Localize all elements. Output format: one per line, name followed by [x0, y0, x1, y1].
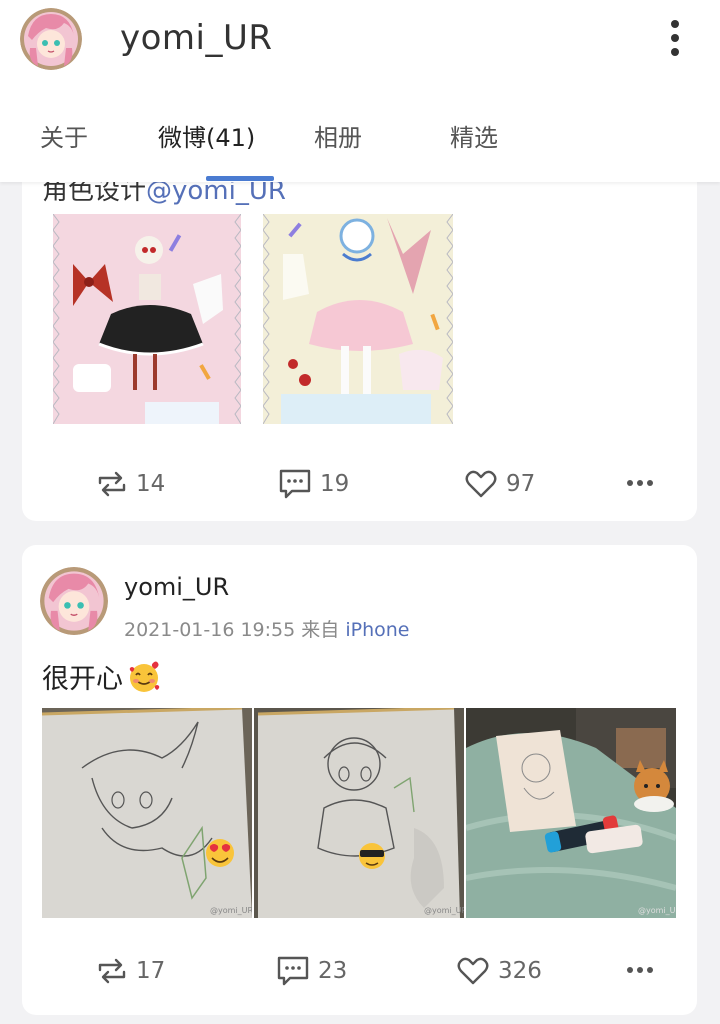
like-button[interactable]: 326	[456, 949, 542, 993]
post-actions: 17 23 326	[22, 949, 697, 999]
post-image[interactable]: @yomi_UR	[254, 708, 464, 918]
svg-text:@yomi_UR: @yomi_UR	[424, 906, 464, 915]
post-card[interactable]: 角色设计@yomi_UR 14 19 97	[22, 140, 697, 521]
comment-button[interactable]: 19	[278, 462, 349, 506]
post-text: 很开心	[42, 657, 161, 696]
post-actions: 14 19 97	[22, 462, 697, 512]
like-count: 97	[506, 471, 536, 497]
repost-count: 14	[136, 471, 166, 497]
post-more-icon[interactable]	[627, 480, 653, 486]
tab-about[interactable]: 关于	[40, 118, 88, 153]
post-image[interactable]	[53, 214, 241, 424]
post-more-icon[interactable]	[627, 967, 653, 973]
heart-icon	[465, 470, 497, 498]
comment-button[interactable]: 23	[276, 949, 347, 993]
repost-button[interactable]: 17	[96, 949, 165, 993]
profile-tabs: 关于 微博(41) 相册 精选	[0, 100, 720, 181]
post-meta: 2021-01-16 19:55 来自 iPhone	[124, 615, 409, 642]
comment-icon	[277, 956, 309, 986]
comment-count: 19	[320, 471, 350, 497]
tab-album[interactable]: 相册	[314, 118, 362, 153]
source-prefix: 来自	[301, 619, 340, 641]
repost-count: 17	[136, 958, 166, 984]
post-image[interactable]: @yomi_UR	[466, 708, 676, 918]
like-button[interactable]: 97	[464, 462, 535, 506]
tab-weibo[interactable]: 微博(41)	[158, 118, 255, 153]
svg-text:@yomi_UR: @yomi_UR	[210, 906, 252, 915]
like-count: 326	[498, 958, 542, 984]
more-options-icon[interactable]	[662, 18, 688, 58]
post-image[interactable]	[263, 214, 453, 424]
profile-header: yomi_UR 关于 微博(41) 相册 精选	[0, 0, 720, 182]
post-timestamp: 2021-01-16 19:55	[124, 619, 296, 641]
smiling-face-with-hearts-icon	[129, 661, 160, 692]
repost-icon	[98, 958, 126, 984]
repost-button[interactable]: 14	[96, 462, 165, 506]
svg-text:@yomi_UR: @yomi_UR	[638, 906, 676, 915]
heart-icon	[457, 957, 489, 985]
post-author-avatar[interactable]	[40, 567, 108, 635]
post-author-name[interactable]: yomi_UR	[124, 573, 229, 601]
comment-icon	[279, 469, 311, 499]
post-card[interactable]: yomi_UR 2021-01-16 19:55 来自 iPhone 很开心 @…	[22, 545, 697, 1015]
comment-count: 23	[318, 958, 348, 984]
tab-featured[interactable]: 精选	[450, 118, 498, 153]
profile-username: yomi_UR	[120, 18, 273, 58]
avatar[interactable]	[20, 8, 82, 70]
repost-icon	[98, 471, 126, 497]
post-source[interactable]: iPhone	[345, 619, 409, 641]
post-text-body: 很开心	[42, 664, 123, 695]
active-tab-indicator	[206, 176, 274, 181]
post-image[interactable]: @yomi_UR	[42, 708, 252, 918]
